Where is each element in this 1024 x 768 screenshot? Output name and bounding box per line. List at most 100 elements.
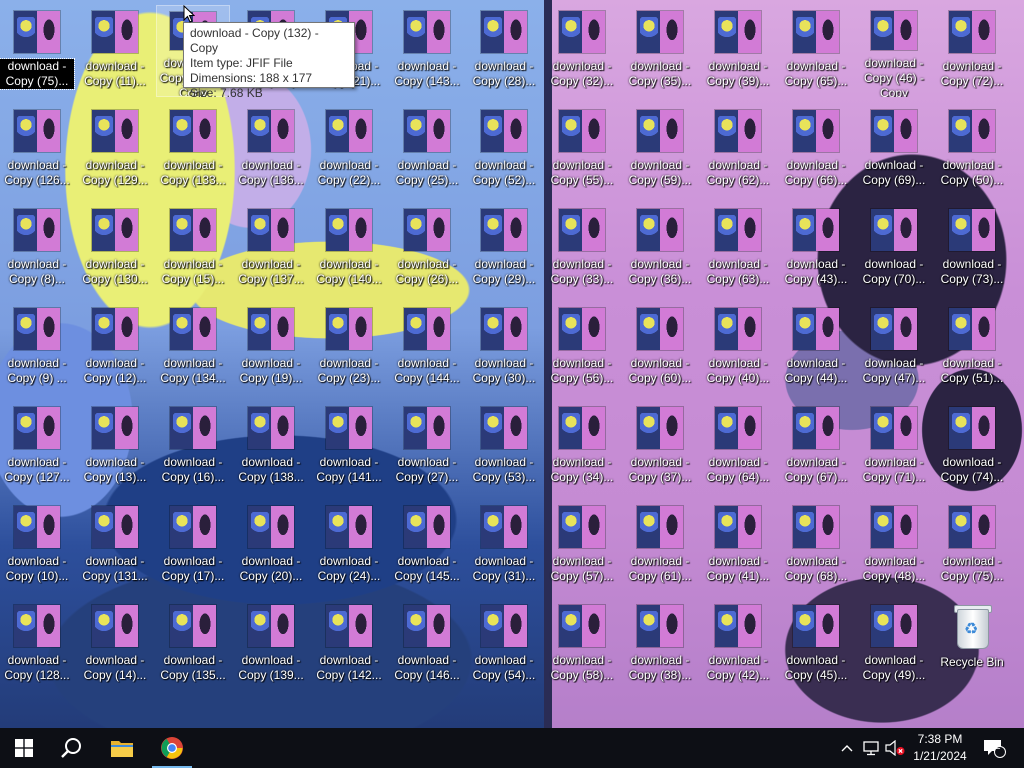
desktop-file-icon[interactable]: download - Copy (54)... bbox=[467, 599, 541, 691]
desktop-file-icon[interactable]: download - Copy (60)... bbox=[623, 302, 697, 394]
desktop-file-icon[interactable]: download - Copy (64)... bbox=[701, 401, 775, 493]
desktop-file-icon[interactable]: download - Copy (142... bbox=[312, 599, 386, 691]
desktop-file-icon[interactable]: download - Copy (65)... bbox=[779, 5, 853, 97]
desktop-file-icon[interactable]: download - Copy (52)... bbox=[467, 104, 541, 196]
desktop-file-icon[interactable]: download - Copy (35)... bbox=[623, 5, 697, 97]
desktop-file-icon[interactable]: download - Copy (41)... bbox=[701, 500, 775, 592]
desktop-file-icon[interactable]: download - Copy (75)... bbox=[935, 500, 1009, 592]
desktop-file-icon[interactable]: download - Copy (37)... bbox=[623, 401, 697, 493]
desktop-file-icon[interactable]: download - Copy (58)... bbox=[545, 599, 619, 691]
desktop-file-icon[interactable]: download - Copy (56)... bbox=[545, 302, 619, 394]
desktop-file-icon[interactable]: download - Copy (137... bbox=[234, 203, 308, 295]
desktop-file-icon[interactable]: download - Copy (44)... bbox=[779, 302, 853, 394]
recycle-bin-icon-item[interactable]: ♻ Recycle Bin bbox=[935, 599, 1009, 691]
desktop-file-icon[interactable]: download - Copy (26)... bbox=[390, 203, 464, 295]
desktop-file-icon[interactable]: download - Copy (140... bbox=[312, 203, 386, 295]
desktop-file-icon[interactable]: download - Copy (53)... bbox=[467, 401, 541, 493]
desktop-file-icon[interactable]: download - Copy (129... bbox=[78, 104, 152, 196]
desktop-file-icon[interactable]: download - Copy (33)... bbox=[545, 203, 619, 295]
desktop-file-icon[interactable]: download - Copy (72)... bbox=[935, 5, 1009, 97]
desktop-file-icon[interactable]: download - Copy (11)... bbox=[78, 5, 152, 97]
desktop-file-icon[interactable]: download - Copy (71)... bbox=[857, 401, 931, 493]
chrome-button[interactable] bbox=[148, 728, 196, 768]
desktop-file-icon[interactable]: download - Copy (45)... bbox=[779, 599, 853, 691]
desktop-file-icon[interactable]: download - Copy (127... bbox=[0, 401, 74, 493]
desktop-file-icon[interactable]: download - Copy (146... bbox=[390, 599, 464, 691]
desktop-file-icon[interactable]: download - Copy (43)... bbox=[779, 203, 853, 295]
desktop-file-icon[interactable]: download - Copy (69)... bbox=[857, 104, 931, 196]
desktop-file-icon[interactable]: download - Copy (130... bbox=[78, 203, 152, 295]
desktop-file-icon[interactable]: download - Copy (23)... bbox=[312, 302, 386, 394]
start-button[interactable] bbox=[0, 728, 48, 768]
desktop-file-icon[interactable]: download - Copy (59)... bbox=[623, 104, 697, 196]
network-button[interactable] bbox=[860, 728, 882, 768]
desktop-file-icon[interactable]: download - Copy (131... bbox=[78, 500, 152, 592]
desktop-file-icon[interactable]: download - Copy (144... bbox=[390, 302, 464, 394]
desktop-file-icon[interactable]: download - Copy (68)... bbox=[779, 500, 853, 592]
desktop-icon-label: download - Copy (10)... bbox=[5, 554, 69, 583]
desktop-file-icon[interactable]: download - Copy (51)... bbox=[935, 302, 1009, 394]
desktop-file-icon[interactable]: download - Copy (31)... bbox=[467, 500, 541, 592]
desktop-file-icon[interactable]: download - Copy (61)... bbox=[623, 500, 697, 592]
desktop-file-icon[interactable]: download - Copy (62)... bbox=[701, 104, 775, 196]
desktop-file-icon[interactable]: download - Copy (145... bbox=[390, 500, 464, 592]
desktop-file-icon[interactable]: download - Copy (39)... bbox=[701, 5, 775, 97]
desktop-file-icon[interactable]: download - Copy (13)... bbox=[78, 401, 152, 493]
desktop-file-icon[interactable]: download - Copy (30)... bbox=[467, 302, 541, 394]
action-center-button[interactable]: 2 bbox=[980, 728, 1008, 768]
desktop-file-icon[interactable]: download - Copy (141... bbox=[312, 401, 386, 493]
desktop-file-icon[interactable]: download - Copy (9) ... bbox=[0, 302, 74, 394]
desktop-file-icon[interactable]: download - Copy (47)... bbox=[857, 302, 931, 394]
desktop-file-icon[interactable]: download - Copy (70)... bbox=[857, 203, 931, 295]
search-button[interactable] bbox=[48, 728, 96, 768]
desktop-file-icon[interactable]: download - Copy (32)... bbox=[545, 5, 619, 97]
desktop-file-icon[interactable]: download - Copy (67)... bbox=[779, 401, 853, 493]
desktop-file-icon[interactable]: download - Copy (73)... bbox=[935, 203, 1009, 295]
file-explorer-button[interactable] bbox=[98, 728, 146, 768]
desktop-file-icon[interactable]: download - Copy (126... bbox=[0, 104, 74, 196]
desktop-file-icon[interactable]: download - Copy (22)... bbox=[312, 104, 386, 196]
desktop-file-icon[interactable]: download - Copy (66)... bbox=[779, 104, 853, 196]
desktop-file-icon[interactable]: download - Copy (74)... bbox=[935, 401, 1009, 493]
desktop-file-icon[interactable]: download - Copy (36)... bbox=[623, 203, 697, 295]
desktop-file-icon[interactable]: download - Copy (29)... bbox=[467, 203, 541, 295]
desktop-file-icon[interactable]: download - Copy (136... bbox=[234, 104, 308, 196]
desktop-file-icon[interactable]: download - Copy (34)... bbox=[545, 401, 619, 493]
desktop-file-icon[interactable]: download - Copy (75)... bbox=[0, 5, 75, 97]
volume-button[interactable] bbox=[884, 728, 906, 768]
desktop-file-icon[interactable]: download - Copy (24)... bbox=[312, 500, 386, 592]
desktop-file-icon[interactable]: download - Copy (42)... bbox=[701, 599, 775, 691]
desktop-file-icon[interactable]: download - Copy (134... bbox=[156, 302, 230, 394]
desktop-file-icon[interactable]: download - Copy (25)... bbox=[390, 104, 464, 196]
show-hidden-icons-button[interactable] bbox=[838, 728, 856, 768]
desktop-file-icon[interactable]: download - Copy (48)... bbox=[857, 500, 931, 592]
desktop-file-icon[interactable]: download - Copy (133... bbox=[156, 104, 230, 196]
desktop-file-icon[interactable]: download - Copy (20)... bbox=[234, 500, 308, 592]
desktop-file-icon[interactable]: download - Copy (128... bbox=[0, 599, 74, 691]
desktop-file-icon[interactable]: download - Copy (46) - Copy bbox=[857, 5, 931, 97]
desktop-file-icon[interactable]: download - Copy (27)... bbox=[390, 401, 464, 493]
desktop-file-icon[interactable]: download - Copy (63)... bbox=[701, 203, 775, 295]
desktop-file-icon[interactable]: download - Copy (139... bbox=[234, 599, 308, 691]
desktop-file-icon[interactable]: download - Copy (19)... bbox=[234, 302, 308, 394]
taskbar-clock[interactable]: 7:38 PM 1/21/2024 bbox=[908, 731, 972, 765]
desktop-file-icon[interactable]: download - Copy (16)... bbox=[156, 401, 230, 493]
desktop-file-icon[interactable]: download - Copy (143... bbox=[390, 5, 464, 97]
desktop-file-icon[interactable]: download - Copy (57)... bbox=[545, 500, 619, 592]
desktop-icon-label: download - Copy (29)... bbox=[472, 257, 536, 286]
desktop-file-icon[interactable]: download - Copy (49)... bbox=[857, 599, 931, 691]
desktop-file-icon[interactable]: download - Copy (40)... bbox=[701, 302, 775, 394]
desktop-file-icon[interactable]: download - Copy (17)... bbox=[156, 500, 230, 592]
desktop-file-icon[interactable]: download - Copy (10)... bbox=[0, 500, 74, 592]
desktop-file-icon[interactable]: download - Copy (38)... bbox=[623, 599, 697, 691]
desktop-file-icon[interactable]: download - Copy (55)... bbox=[545, 104, 619, 196]
desktop-file-icon[interactable]: download - Copy (15)... bbox=[156, 203, 230, 295]
desktop-file-icon[interactable]: download - Copy (135... bbox=[156, 599, 230, 691]
desktop-file-icon[interactable]: download - Copy (28)... bbox=[467, 5, 541, 97]
desktop-file-icon[interactable]: download - Copy (14)... bbox=[78, 599, 152, 691]
desktop-file-icon[interactable]: download - Copy (138... bbox=[234, 401, 308, 493]
desktop-file-icon[interactable]: download - Copy (50)... bbox=[935, 104, 1009, 196]
image-thumbnail-icon bbox=[871, 209, 917, 251]
desktop-file-icon[interactable]: download - Copy (12)... bbox=[78, 302, 152, 394]
desktop-file-icon[interactable]: download - Copy (8)... bbox=[0, 203, 74, 295]
